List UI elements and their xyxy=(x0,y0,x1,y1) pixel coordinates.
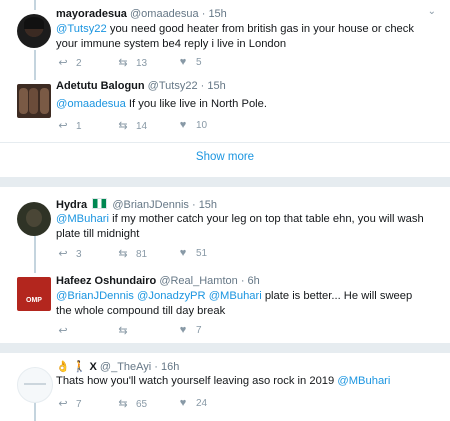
tweet[interactable]: 👌 🚶 X @_TheAyi · 16h Thats how you'll wa… xyxy=(0,353,450,421)
retweet-button[interactable]: ⇆ 14 xyxy=(116,119,147,132)
heart-icon: ♥ xyxy=(179,247,187,259)
retweet-button[interactable]: ⇆ 81 xyxy=(116,247,147,260)
tweet-text: @Tutsy22 you need good heater from briti… xyxy=(56,22,426,52)
reply-count: 3 xyxy=(76,249,82,260)
heart-icon: ♥ xyxy=(179,119,187,131)
tweet-body: you need good heater from british gas in… xyxy=(56,23,414,50)
retweet-count: 14 xyxy=(136,121,148,132)
reply-button[interactable]: ↩ 1 xyxy=(56,119,82,132)
user-handle[interactable]: @Tutsy22 xyxy=(148,80,198,92)
user-name[interactable]: 👌 🚶 X xyxy=(56,361,97,373)
like-count: 10 xyxy=(196,120,208,131)
tweet-text: Thats how you'll watch yourself leaving … xyxy=(56,374,426,389)
tweet-header: Hydra @BrianJDennis · 15h xyxy=(56,198,217,211)
tweet-text: @MBuhari if my mother catch your leg on … xyxy=(56,212,426,242)
tweet-header: 👌 🚶 X @_TheAyi · 16h xyxy=(56,360,179,373)
tweet-header: Adetutu Balogun @Tutsy22 · 15h xyxy=(56,80,226,92)
like-count: 5 xyxy=(196,57,202,68)
avatar[interactable] xyxy=(17,14,51,48)
tweet-body: Thats how you'll watch yourself leaving … xyxy=(56,375,338,387)
user-handle[interactable]: @Real_Hamton xyxy=(159,275,237,287)
tweet-header: Hafeez Oshundairo @Real_Hamton · 6h xyxy=(56,275,260,287)
retweet-button[interactable]: ⇆ 13 xyxy=(116,56,147,69)
retweet-button[interactable]: ⇆ xyxy=(116,324,136,337)
user-handle[interactable]: @BrianJDennis xyxy=(112,199,189,211)
tweet-text: @BrianJDennis @JonadzyPR @MBuhari plate … xyxy=(56,289,426,319)
like-count: 51 xyxy=(196,248,208,259)
user-name[interactable]: Hafeez Oshundairo xyxy=(56,275,156,287)
reply-button[interactable]: ↩ 2 xyxy=(56,56,82,69)
reply-count: 1 xyxy=(76,121,82,132)
mention-link[interactable]: @BrianJDennis xyxy=(56,290,134,302)
tweet-header: mayoradesua @omaadesua · 15h xyxy=(56,8,227,20)
like-count: 24 xyxy=(196,398,208,409)
reply-button[interactable]: ↩ xyxy=(56,324,76,337)
like-button[interactable]: ♥ 10 xyxy=(176,119,207,131)
mention-link[interactable]: @JonadzyPR xyxy=(137,290,206,302)
mention-link[interactable]: @omaadesua xyxy=(56,98,126,110)
user-handle[interactable]: @_TheAyi xyxy=(100,361,151,373)
avatar[interactable] xyxy=(17,202,51,236)
mention-link[interactable]: @MBuhari xyxy=(56,213,109,225)
tweet-text: @omaadesua If you like live in North Pol… xyxy=(56,97,426,112)
tweet-body: if my mother catch your leg on top that … xyxy=(56,213,424,240)
reply-icon: ↩ xyxy=(58,398,68,410)
tweet-time[interactable]: · 15h xyxy=(202,8,227,20)
user-name[interactable]: Adetutu Balogun xyxy=(56,80,145,92)
reply-icon: ↩ xyxy=(58,248,68,260)
avatar-label: OMP xyxy=(26,297,42,304)
retweet-icon: ⇆ xyxy=(118,248,128,260)
conversation-card-2: Hydra @BrianJDennis · 15h @MBuhari if my… xyxy=(0,187,450,343)
user-name[interactable]: Hydra xyxy=(56,199,87,211)
mention-link[interactable]: @MBuhari xyxy=(209,290,262,302)
reply-icon: ↩ xyxy=(58,120,68,132)
avatar[interactable]: OMP xyxy=(17,277,51,311)
reply-count: 7 xyxy=(76,399,82,410)
user-handle[interactable]: @omaadesua xyxy=(130,8,199,20)
mention-link[interactable]: @Tutsy22 xyxy=(56,23,107,35)
heart-icon: ♥ xyxy=(179,397,187,409)
tweet-time[interactable]: · 15h xyxy=(192,199,217,211)
reply-icon: ↩ xyxy=(58,57,68,69)
like-button[interactable]: ♥ 24 xyxy=(176,397,207,409)
retweet-count: 13 xyxy=(136,58,148,69)
mention-link[interactable]: @MBuhari xyxy=(337,375,390,387)
retweet-icon: ⇆ xyxy=(118,325,128,337)
reply-button[interactable]: ↩ 3 xyxy=(56,247,82,260)
retweet-count: 81 xyxy=(136,249,148,260)
tweet[interactable]: Adetutu Balogun @Tutsy22 · 15h @omaadesu… xyxy=(0,80,450,142)
avatar[interactable] xyxy=(17,367,53,403)
retweet-icon: ⇆ xyxy=(118,120,128,132)
divider xyxy=(0,142,450,143)
like-button[interactable]: ♥ 7 xyxy=(176,324,202,336)
retweet-button[interactable]: ⇆ 65 xyxy=(116,397,147,410)
like-count: 7 xyxy=(196,325,202,336)
user-name[interactable]: mayoradesua xyxy=(56,8,127,20)
show-more-link[interactable]: Show more xyxy=(0,151,450,163)
conversation-card-1: mayoradesua @omaadesua · 15h ⌄ @Tutsy22 … xyxy=(0,0,450,177)
tweet-time[interactable]: · 16h xyxy=(154,361,179,373)
retweet-count: 65 xyxy=(136,399,148,410)
heart-icon: ♥ xyxy=(179,56,187,68)
heart-icon: ♥ xyxy=(179,324,187,336)
reply-icon: ↩ xyxy=(58,325,68,337)
like-button[interactable]: ♥ 51 xyxy=(176,247,207,259)
chevron-down-icon[interactable]: ⌄ xyxy=(428,6,436,17)
reply-count: 2 xyxy=(76,58,82,69)
tweet-time[interactable]: · 15h xyxy=(201,80,226,92)
like-button[interactable]: ♥ 5 xyxy=(176,56,202,68)
tweet-time[interactable]: · 6h xyxy=(241,275,260,287)
tweet-body: If you like live in North Pole. xyxy=(125,98,267,110)
nigeria-flag-icon xyxy=(92,198,108,209)
tweet[interactable]: Hydra @BrianJDennis · 15h @MBuhari if my… xyxy=(0,187,450,273)
conversation-card-3: 👌 🚶 X @_TheAyi · 16h Thats how you'll wa… xyxy=(0,353,450,421)
tweet[interactable]: OMP Hafeez Oshundairo @Real_Hamton · 6h … xyxy=(0,273,450,343)
tweet[interactable]: mayoradesua @omaadesua · 15h ⌄ @Tutsy22 … xyxy=(0,0,450,80)
retweet-icon: ⇆ xyxy=(118,398,128,410)
retweet-icon: ⇆ xyxy=(118,57,128,69)
avatar[interactable] xyxy=(17,84,51,118)
reply-button[interactable]: ↩ 7 xyxy=(56,397,82,410)
